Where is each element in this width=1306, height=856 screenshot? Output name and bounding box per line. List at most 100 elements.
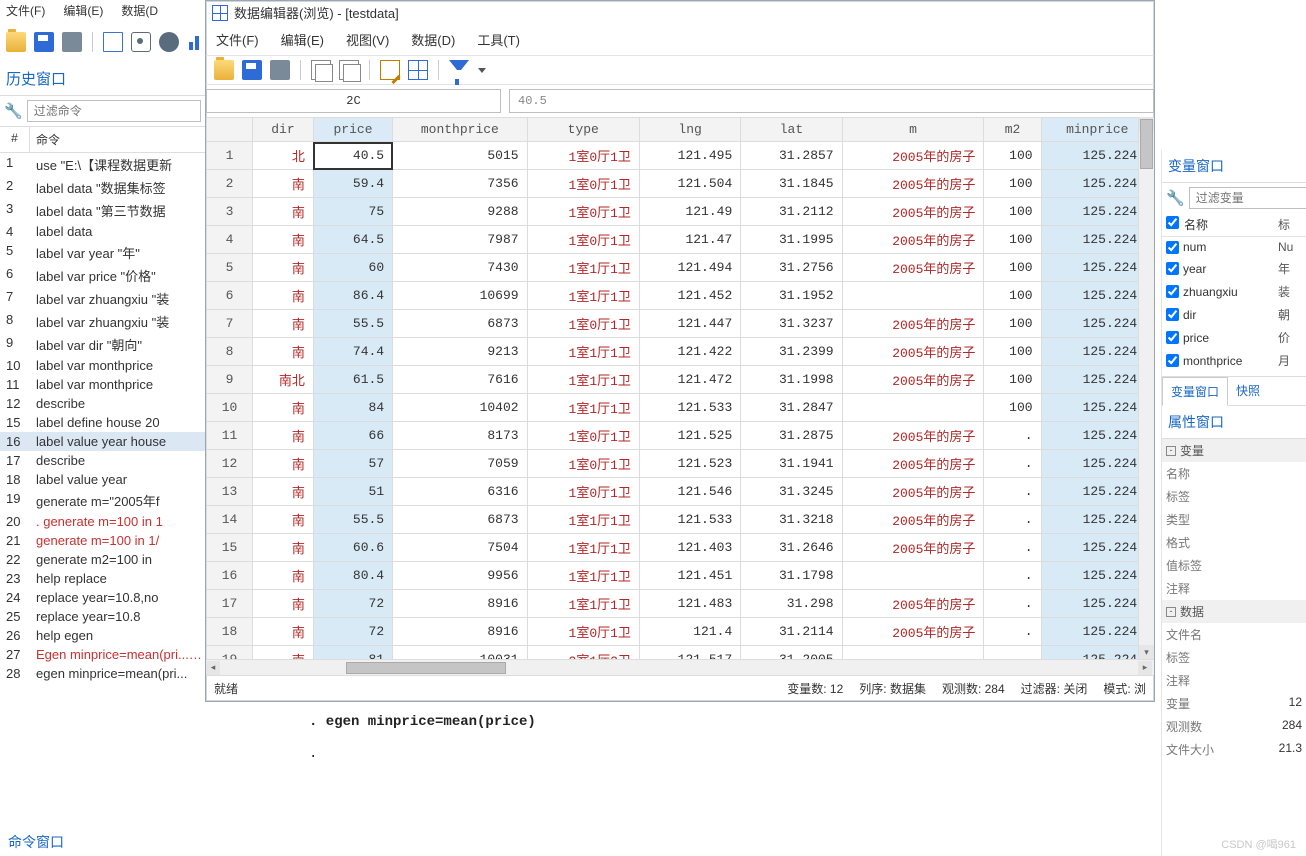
cell-lat[interactable]: 31.1998	[741, 366, 842, 394]
cell-monthprice[interactable]: 5015	[393, 142, 527, 170]
cell-lng[interactable]: 121.49	[639, 198, 740, 226]
history-row[interactable]: 19generate m="2005年f	[0, 489, 205, 512]
cell-monthprice[interactable]: 10699	[393, 282, 527, 310]
editor-open-icon[interactable]	[214, 60, 234, 80]
cell-minprice[interactable]: 125.2246	[1041, 618, 1153, 646]
cell-lng[interactable]: 121.403	[639, 534, 740, 562]
editor-menu-file[interactable]: 文件(F)	[216, 30, 259, 49]
cell-type[interactable]: 1室1厅1卫	[527, 562, 639, 590]
cell-price[interactable]: 80.4	[313, 562, 392, 590]
viewer-icon[interactable]	[131, 32, 151, 52]
cell-dir[interactable]: 南	[253, 478, 314, 506]
cell-minprice[interactable]: 125.2246	[1041, 198, 1153, 226]
cell-m[interactable]: 2005年的房子	[842, 534, 984, 562]
collapse-icon[interactable]: -	[1166, 607, 1176, 617]
filter-dropdown-icon[interactable]	[478, 68, 486, 73]
cell-lat[interactable]: 31.2114	[741, 618, 842, 646]
cell-type[interactable]: 1室1厅1卫	[527, 282, 639, 310]
cell-lng[interactable]: 121.533	[639, 506, 740, 534]
cell-minprice[interactable]: 125.2246	[1041, 646, 1153, 660]
cell-minprice[interactable]: 125.2246	[1041, 338, 1153, 366]
variable-row[interactable]: zhuangxiu装	[1162, 280, 1306, 303]
cell-m2[interactable]: .	[984, 450, 1041, 478]
variable-row[interactable]: dir朝	[1162, 303, 1306, 326]
cell-price[interactable]: 61.5	[313, 366, 392, 394]
cell-lng[interactable]: 121.504	[639, 170, 740, 198]
editor-menu-data[interactable]: 数据(D)	[411, 30, 455, 49]
cell-m[interactable]: 2005年的房子	[842, 198, 984, 226]
cell-dir[interactable]: 南	[253, 534, 314, 562]
cell-type[interactable]: 1室0厅1卫	[527, 226, 639, 254]
cell-lng[interactable]: 121.47	[639, 226, 740, 254]
variable-checkbox[interactable]	[1166, 262, 1179, 275]
cell-lat[interactable]: 31.2646	[741, 534, 842, 562]
variable-row[interactable]: numNu	[1162, 237, 1306, 257]
wrench-icon[interactable]: 🔧	[1166, 189, 1185, 207]
tab-variables[interactable]: 变量窗口	[1162, 377, 1228, 406]
dot-icon[interactable]	[159, 32, 179, 52]
cell-minprice[interactable]: 125.2246	[1041, 310, 1153, 338]
cell-lat[interactable]: 31.2875	[741, 422, 842, 450]
table-row[interactable]: 4南64.579871室0厅1卫121.4731.19952005年的房子100…	[207, 226, 1154, 254]
cell-price[interactable]: 55.5	[313, 506, 392, 534]
history-filter-input[interactable]	[27, 100, 201, 122]
cell-m2[interactable]: 100	[984, 254, 1041, 282]
editor-save-icon[interactable]	[242, 60, 262, 80]
cell-type[interactable]: 1室0厅1卫	[527, 478, 639, 506]
cell-lat[interactable]: 31.1845	[741, 170, 842, 198]
browse-mode-icon[interactable]	[408, 60, 428, 80]
table-row[interactable]: 18南7289161室0厅1卫121.431.21142005年的房子.125.…	[207, 618, 1154, 646]
var-col-name[interactable]: 名称	[1184, 216, 1278, 233]
history-row[interactable]: 22generate m2=100 in	[0, 550, 205, 569]
cell-m2[interactable]: 100	[984, 366, 1041, 394]
table-row[interactable]: 9南北61.576161室1厅1卫121.47231.19982005年的房子1…	[207, 366, 1154, 394]
cell-monthprice[interactable]: 6873	[393, 506, 527, 534]
cell-price[interactable]: 66	[313, 422, 392, 450]
history-row[interactable]: 7label var zhuangxiu "装	[0, 287, 205, 310]
cell-dir[interactable]: 南	[253, 338, 314, 366]
column-header-minprice[interactable]: minprice	[1041, 118, 1153, 142]
tab-snapshot[interactable]: 快照	[1228, 377, 1268, 405]
cell-lat[interactable]: 31.1798	[741, 562, 842, 590]
cell-minprice[interactable]: 125.2246	[1041, 562, 1153, 590]
cell-dir[interactable]: 南	[253, 590, 314, 618]
cell-m2[interactable]: .	[984, 562, 1041, 590]
cell-m[interactable]: 2005年的房子	[842, 450, 984, 478]
cell-lat[interactable]: 31.3218	[741, 506, 842, 534]
cell-dir[interactable]: 北	[253, 142, 314, 170]
cell-minprice[interactable]: 125.2246	[1041, 450, 1153, 478]
cell-type[interactable]: 1室1厅1卫	[527, 394, 639, 422]
cell-lat[interactable]: 31.1941	[741, 450, 842, 478]
var-col-type[interactable]: 标	[1278, 216, 1302, 233]
cell-m2[interactable]: .	[984, 618, 1041, 646]
copy-icon[interactable]	[311, 60, 331, 80]
table-row[interactable]: 11南6681731室0厅1卫121.52531.28752005年的房子.12…	[207, 422, 1154, 450]
cell-reference-box[interactable]: 2C	[206, 89, 501, 113]
cell-lat[interactable]: 31.2005	[741, 646, 842, 660]
history-row[interactable]: 28egen minprice=mean(pri...	[0, 664, 205, 683]
cell-dir[interactable]: 南	[253, 450, 314, 478]
cell-dir[interactable]: 南	[253, 310, 314, 338]
cell-price[interactable]: 60.6	[313, 534, 392, 562]
cell-monthprice[interactable]: 9288	[393, 198, 527, 226]
filter-icon[interactable]	[449, 60, 469, 80]
data-grid[interactable]: dirpricemonthpricetypelnglatmm2minprice …	[206, 117, 1154, 659]
table-row[interactable]: 6南86.4106991室1厅1卫121.45231.1952100125.22…	[207, 282, 1154, 310]
cell-monthprice[interactable]: 7059	[393, 450, 527, 478]
cell-m[interactable]: 2005年的房子	[842, 142, 984, 170]
table-row[interactable]: 10南84104021室1厅1卫121.53331.2847100125.224…	[207, 394, 1154, 422]
column-header-type[interactable]: type	[527, 118, 639, 142]
cell-lat[interactable]: 31.2112	[741, 198, 842, 226]
cell-lng[interactable]: 121.4	[639, 618, 740, 646]
cell-minprice[interactable]: 125.2246	[1041, 226, 1153, 254]
prop-section-data[interactable]: - 数据	[1162, 600, 1306, 623]
history-row[interactable]: 15label define house 20	[0, 413, 205, 432]
cell-monthprice[interactable]: 9213	[393, 338, 527, 366]
cell-m2[interactable]: 100	[984, 394, 1041, 422]
cell-lng[interactable]: 121.546	[639, 478, 740, 506]
column-header-m2[interactable]: m2	[984, 118, 1041, 142]
prop-section-variable[interactable]: - 变量	[1162, 439, 1306, 462]
history-row[interactable]: 11label var monthprice	[0, 375, 205, 394]
cell-lng[interactable]: 121.451	[639, 562, 740, 590]
table-row[interactable]: 8南74.492131室1厅1卫121.42231.23992005年的房子10…	[207, 338, 1154, 366]
